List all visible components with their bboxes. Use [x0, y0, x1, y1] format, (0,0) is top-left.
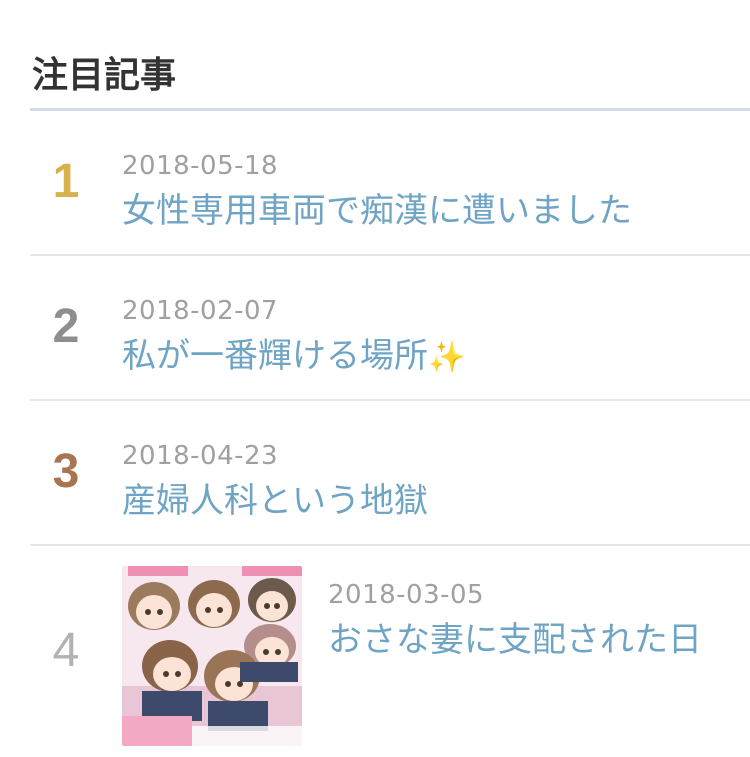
- article-date: 2018-02-07: [122, 296, 279, 326]
- article-entry: 2018-02-07 私が一番輝ける場所✨: [122, 294, 465, 380]
- ranking-list: 1 2018-05-18 女性専用車両で痴漢に遭いました 2 2018-02-0…: [30, 111, 750, 746]
- ranking-item-2[interactable]: 2 2018-02-07 私が一番輝ける場所✨: [30, 256, 750, 401]
- ranking-item-4[interactable]: 4 2018-03-05 おさな妻に支配された日: [30, 546, 750, 746]
- rank-number: 3: [52, 445, 80, 498]
- article-title-link[interactable]: 産婦人科という地獄: [122, 479, 428, 523]
- article-entry: 2018-04-23 産婦人科という地獄: [122, 439, 428, 523]
- article-title-link[interactable]: おさな妻に支配された日: [328, 618, 702, 662]
- article-date: 2018-04-23: [122, 441, 279, 471]
- rank-number: 4: [52, 624, 80, 677]
- popular-articles-widget: 注目記事 1 2018-05-18 女性専用車両で痴漢に遭いました 2 2018…: [30, 52, 750, 746]
- rank-number: 2: [52, 300, 80, 353]
- ranking-item-3[interactable]: 3 2018-04-23 産婦人科という地獄: [30, 401, 750, 546]
- sparkles-icon: ✨: [428, 340, 466, 375]
- article-thumbnail[interactable]: [122, 566, 302, 746]
- article-title-link[interactable]: 私が一番輝ける場所✨: [122, 334, 465, 380]
- ranking-item-1[interactable]: 1 2018-05-18 女性専用車両で痴漢に遭いました: [30, 111, 750, 256]
- article-date: 2018-05-18: [122, 151, 279, 181]
- manga-cover-image: [122, 566, 302, 746]
- article-entry: 2018-03-05 おさな妻に支配された日: [328, 578, 702, 662]
- article-title-link[interactable]: 女性専用車両で痴漢に遭いました: [122, 189, 632, 233]
- rank-number: 1: [52, 155, 80, 208]
- article-title-text: 私が一番輝ける場所: [122, 336, 428, 376]
- widget-heading: 注目記事: [30, 52, 750, 111]
- article-date: 2018-03-05: [328, 580, 485, 610]
- article-entry: 2018-05-18 女性専用車両で痴漢に遭いました: [122, 149, 632, 233]
